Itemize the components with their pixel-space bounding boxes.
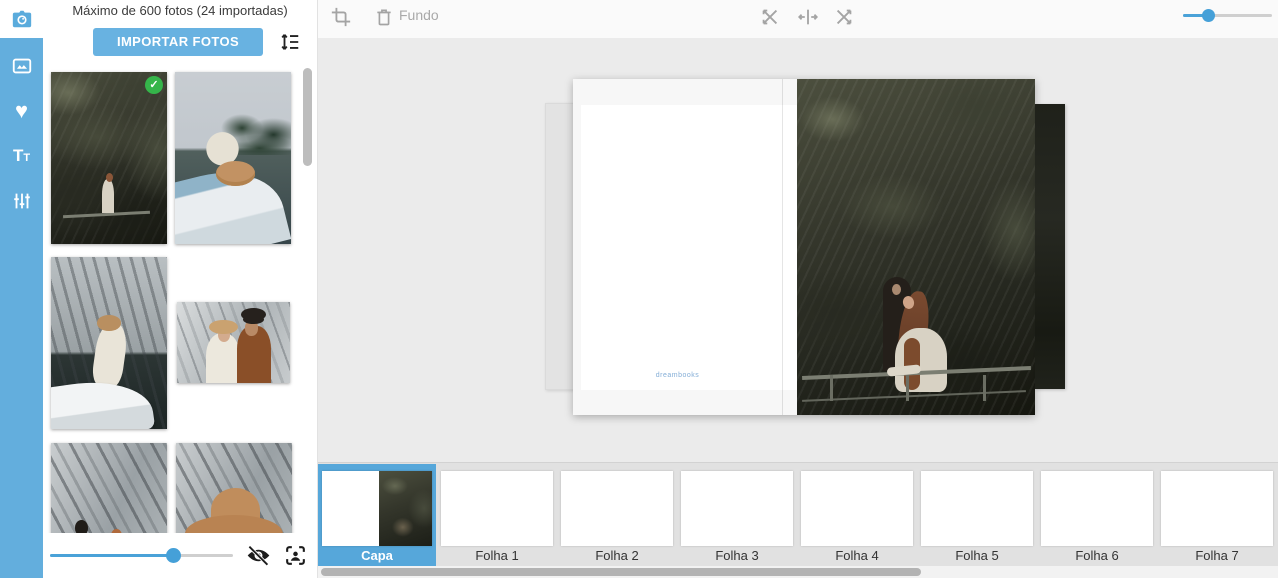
sidebar-item-adjustments[interactable] (0, 178, 43, 223)
editor-toolbar: Fundo (318, 0, 1278, 38)
photo-thumbnail-cliff-couple[interactable]: ✓ (51, 72, 167, 244)
page-thumbnail (441, 471, 553, 546)
delete-background-icon[interactable] (374, 6, 396, 28)
text-icon: TT (13, 146, 30, 166)
pages-strip-scrollbar (318, 566, 1278, 578)
slider-thumb[interactable] (166, 548, 181, 563)
import-photos-button[interactable]: IMPORTAR FOTOS (93, 28, 263, 56)
mini-front-cover (379, 471, 432, 546)
page-thumbnail (1161, 471, 1273, 546)
page-thumbnail (681, 471, 793, 546)
pages-strip-scrollbar-thumb[interactable] (321, 568, 921, 576)
photo-count-label: Máximo de 600 fotos (24 importadas) (43, 3, 317, 18)
page-label: Folha 5 (918, 548, 1036, 563)
book-canvas[interactable]: dreambooks (318, 38, 1278, 462)
photo-panel-scrollbar-thumb[interactable] (303, 68, 312, 166)
figure-head-shape (106, 173, 113, 182)
page-label: Folha 1 (438, 548, 556, 563)
sidebar-item-photos[interactable] (0, 43, 43, 88)
sidebar-item-camera[interactable] (0, 0, 43, 38)
photos-icon (11, 55, 33, 77)
pages-strip: Capa Folha 1 Folha 2 Folha 3 Folha 4 Fol… (318, 462, 1278, 566)
swap-photos-left-icon[interactable] (759, 6, 781, 28)
cover-spine-line (782, 79, 783, 415)
railing-post-shape (906, 375, 909, 401)
page-thumbnail (561, 471, 673, 546)
page-tab-folha-7[interactable]: Folha 7 (1158, 464, 1276, 567)
thumbnail-size-slider[interactable] (50, 547, 233, 563)
figure-shape (895, 328, 947, 392)
photo-panel-scrollbar (303, 60, 312, 530)
sort-photos-icon[interactable] (279, 31, 301, 53)
page-label: Capa (318, 548, 436, 563)
page-tab-folha-2[interactable]: Folha 2 (558, 464, 676, 567)
camera-icon (10, 8, 34, 30)
sidebar-item-text[interactable]: TT (0, 133, 43, 178)
split-pages-icon[interactable] (797, 6, 819, 28)
crop-icon[interactable] (330, 6, 352, 28)
page-label: Folha 7 (1158, 548, 1276, 563)
photo-thumbnail-boat-reach[interactable] (175, 72, 291, 244)
railing-post-shape (983, 375, 986, 401)
page-tab-folha-1[interactable]: Folha 1 (438, 464, 556, 567)
railing-post-shape (830, 375, 833, 401)
photo-library-panel: Máximo de 600 fotos (24 importadas) IMPO… (43, 0, 318, 578)
slider-fill (50, 554, 173, 557)
slider-thumb[interactable] (1202, 9, 1215, 22)
used-check-badge: ✓ (145, 76, 163, 94)
page-thumbnail (801, 471, 913, 546)
hat-shape (209, 320, 238, 335)
page-thumbnail (322, 471, 432, 546)
editor-main: Fundo (318, 0, 1278, 578)
heart-icon: ♥ (15, 100, 28, 122)
hide-used-photos-icon[interactable] (246, 543, 271, 568)
figure-head-shape (245, 320, 259, 336)
hat-shape (241, 308, 266, 321)
cover-photo-bleed (1035, 104, 1065, 389)
cover-photo[interactable] (797, 79, 1035, 415)
photo-thumbnail-couple-portrait[interactable] (177, 302, 290, 383)
sidebar-item-favorites[interactable]: ♥ (0, 88, 43, 133)
placeholder-image-icon[interactable] (283, 543, 308, 568)
photo-panel-footer (43, 533, 317, 578)
sidebar-tools: ♥ TT (0, 38, 43, 578)
left-sidebar: ♥ TT (0, 0, 43, 578)
slider-fill (1183, 14, 1208, 17)
page-label: Folha 3 (678, 548, 796, 563)
page-thumbnail (921, 471, 1033, 546)
hat-shape (216, 161, 255, 185)
page-label: Folha 2 (558, 548, 676, 563)
photobook-editor: ♥ TT Máximo de 600 fotos (24 importadas)… (0, 0, 1278, 578)
brand-logo-text: dreambooks (573, 372, 782, 379)
background-label: Fundo (399, 7, 439, 23)
page-tab-folha-5[interactable]: Folha 5 (918, 464, 1036, 567)
mini-back-cover (322, 471, 379, 546)
page-tab-folha-6[interactable]: Folha 6 (1038, 464, 1156, 567)
swap-photos-right-icon[interactable] (833, 6, 855, 28)
figure-shape (102, 179, 114, 213)
page-thumbnail (1041, 471, 1153, 546)
page-tab-capa[interactable]: Capa (318, 464, 436, 567)
railing-shape (802, 390, 1026, 402)
page-tab-folha-3[interactable]: Folha 3 (678, 464, 796, 567)
adjustments-icon (11, 190, 33, 212)
page-label: Folha 6 (1038, 548, 1156, 563)
page-tab-folha-4[interactable]: Folha 4 (798, 464, 916, 567)
hat-shape (97, 315, 120, 330)
page-label: Folha 4 (798, 548, 916, 563)
photo-thumbnail-boat-bow[interactable] (51, 257, 167, 429)
canvas-zoom-slider[interactable] (1183, 6, 1272, 24)
